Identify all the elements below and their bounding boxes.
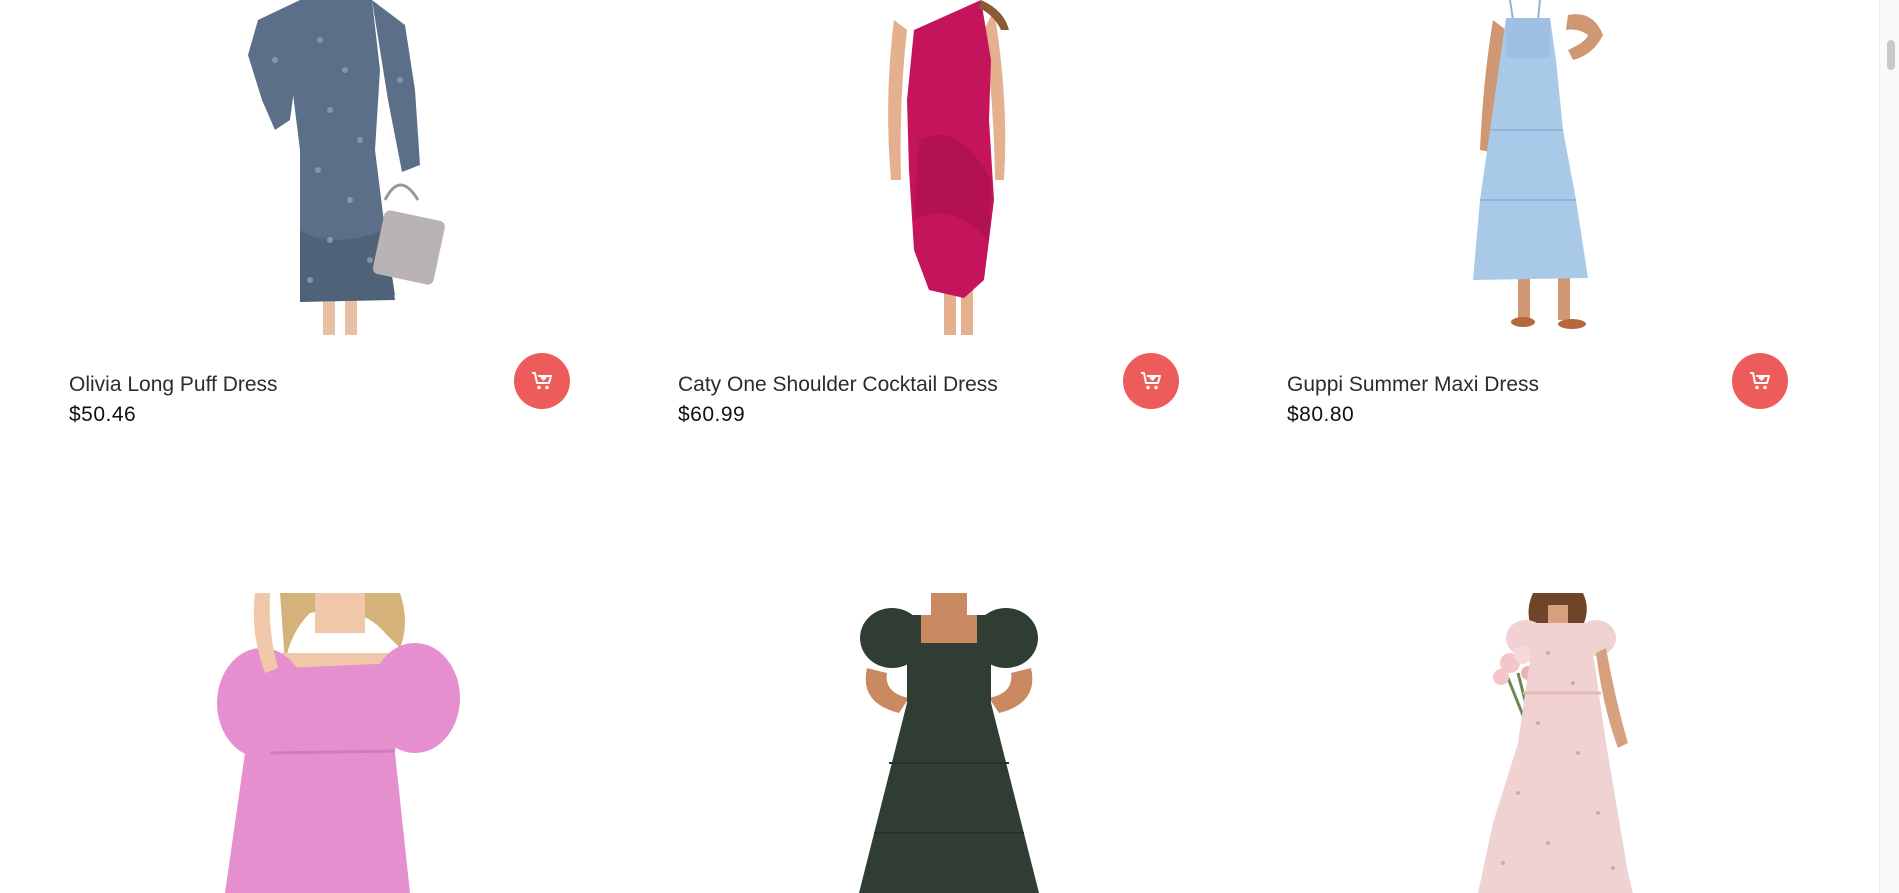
cart-heart-icon <box>1141 372 1161 390</box>
product-name[interactable]: Olivia Long Puff Dress <box>69 373 278 397</box>
product-image[interactable] <box>609 593 1179 893</box>
vertical-scrollbar[interactable] <box>1879 0 1899 893</box>
product-image[interactable] <box>0 593 570 893</box>
product-image[interactable] <box>609 0 1179 335</box>
cart-heart-icon <box>1750 372 1770 390</box>
product-price: $80.80 <box>1287 403 1355 426</box>
product-info: Olivia Long Puff Dress $50.46 <box>69 353 571 453</box>
product-info: Guppi Summer Maxi Dress $80.80 <box>1287 353 1789 453</box>
product-name[interactable]: Caty One Shoulder Cocktail Dress <box>678 373 998 397</box>
cart-heart-icon <box>532 372 552 390</box>
product-info: Caty One Shoulder Cocktail Dress $60.99 <box>678 353 1180 453</box>
product-image[interactable] <box>0 0 570 335</box>
product-name[interactable]: Guppi Summer Maxi Dress <box>1287 373 1539 397</box>
product-grid-page: Olivia Long Puff Dress $50.46 Caty One S… <box>0 0 1899 893</box>
product-price: $50.46 <box>69 403 137 426</box>
scrollbar-thumb[interactable] <box>1887 40 1895 70</box>
product-image[interactable] <box>1218 0 1788 335</box>
product-price: $60.99 <box>678 403 746 426</box>
product-image[interactable] <box>1218 593 1788 893</box>
add-to-cart-button[interactable] <box>1123 353 1179 409</box>
add-to-cart-button[interactable] <box>514 353 570 409</box>
add-to-cart-button[interactable] <box>1732 353 1788 409</box>
